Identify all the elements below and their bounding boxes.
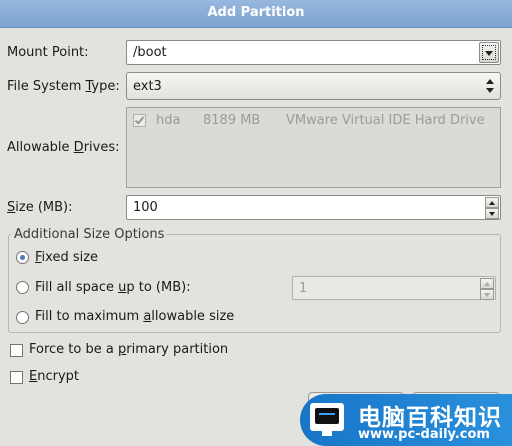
fill-up-to-spinbox: 1 xyxy=(292,276,496,300)
spin-arrows-icon xyxy=(480,278,494,300)
drives-label: Allowable Drives: xyxy=(7,140,120,155)
primary-partition-label[interactable]: Force to be a primary partition xyxy=(29,342,228,357)
monitor-logo-icon xyxy=(310,403,344,431)
drive-model: VMware Virtual IDE Hard Drive xyxy=(286,113,485,128)
encrypt-label[interactable]: Encrypt xyxy=(29,369,79,384)
fixed-size-label[interactable]: Fixed size xyxy=(35,250,98,265)
mount-point-label: Mount Point: xyxy=(7,45,89,60)
size-spinbox[interactable]: 100 xyxy=(126,195,501,220)
dialog-titlebar: Add Partition xyxy=(0,0,512,28)
primary-partition-checkbox[interactable] xyxy=(10,344,23,357)
fill-max-label[interactable]: Fill to maximum allowable size xyxy=(35,309,234,324)
encrypt-checkbox[interactable] xyxy=(10,371,23,384)
fill-up-to-value: 1 xyxy=(299,281,308,296)
mount-point-value[interactable]: /boot xyxy=(133,45,167,60)
size-increment-button[interactable] xyxy=(485,197,499,208)
chevron-down-icon xyxy=(485,51,493,56)
size-options-title: Additional Size Options xyxy=(11,227,168,242)
fill-up-to-radio[interactable] xyxy=(16,281,29,294)
dialog-title: Add Partition xyxy=(207,5,305,20)
updown-arrows-icon xyxy=(486,79,494,93)
size-label: Size (MB): xyxy=(7,200,73,215)
fill-max-radio[interactable] xyxy=(16,311,29,324)
fill-up-to-label[interactable]: Fill all space up to (MB): xyxy=(35,280,191,295)
drive-name: hda xyxy=(156,113,181,128)
mount-point-dropdown-button[interactable] xyxy=(479,42,499,63)
spin-arrows-icon[interactable] xyxy=(485,197,499,220)
fs-type-select[interactable]: ext3 xyxy=(126,72,501,100)
fixed-size-radio[interactable] xyxy=(16,251,29,264)
drive-size: 8189 MB xyxy=(203,113,261,128)
fs-type-value: ext3 xyxy=(133,79,162,94)
size-value[interactable]: 100 xyxy=(133,200,158,215)
fs-type-label: File System Type: xyxy=(7,79,120,94)
drive-checkbox xyxy=(133,114,146,127)
size-decrement-button[interactable] xyxy=(485,208,499,219)
drives-list: hda 8189 MB VMware Virtual IDE Hard Driv… xyxy=(126,107,501,188)
watermark-banner: 电脑百科知识 www.pc-daily.com xyxy=(300,394,512,446)
watermark-url: www.pc-daily.com xyxy=(358,427,490,442)
mount-point-combo[interactable]: /boot xyxy=(126,40,501,65)
